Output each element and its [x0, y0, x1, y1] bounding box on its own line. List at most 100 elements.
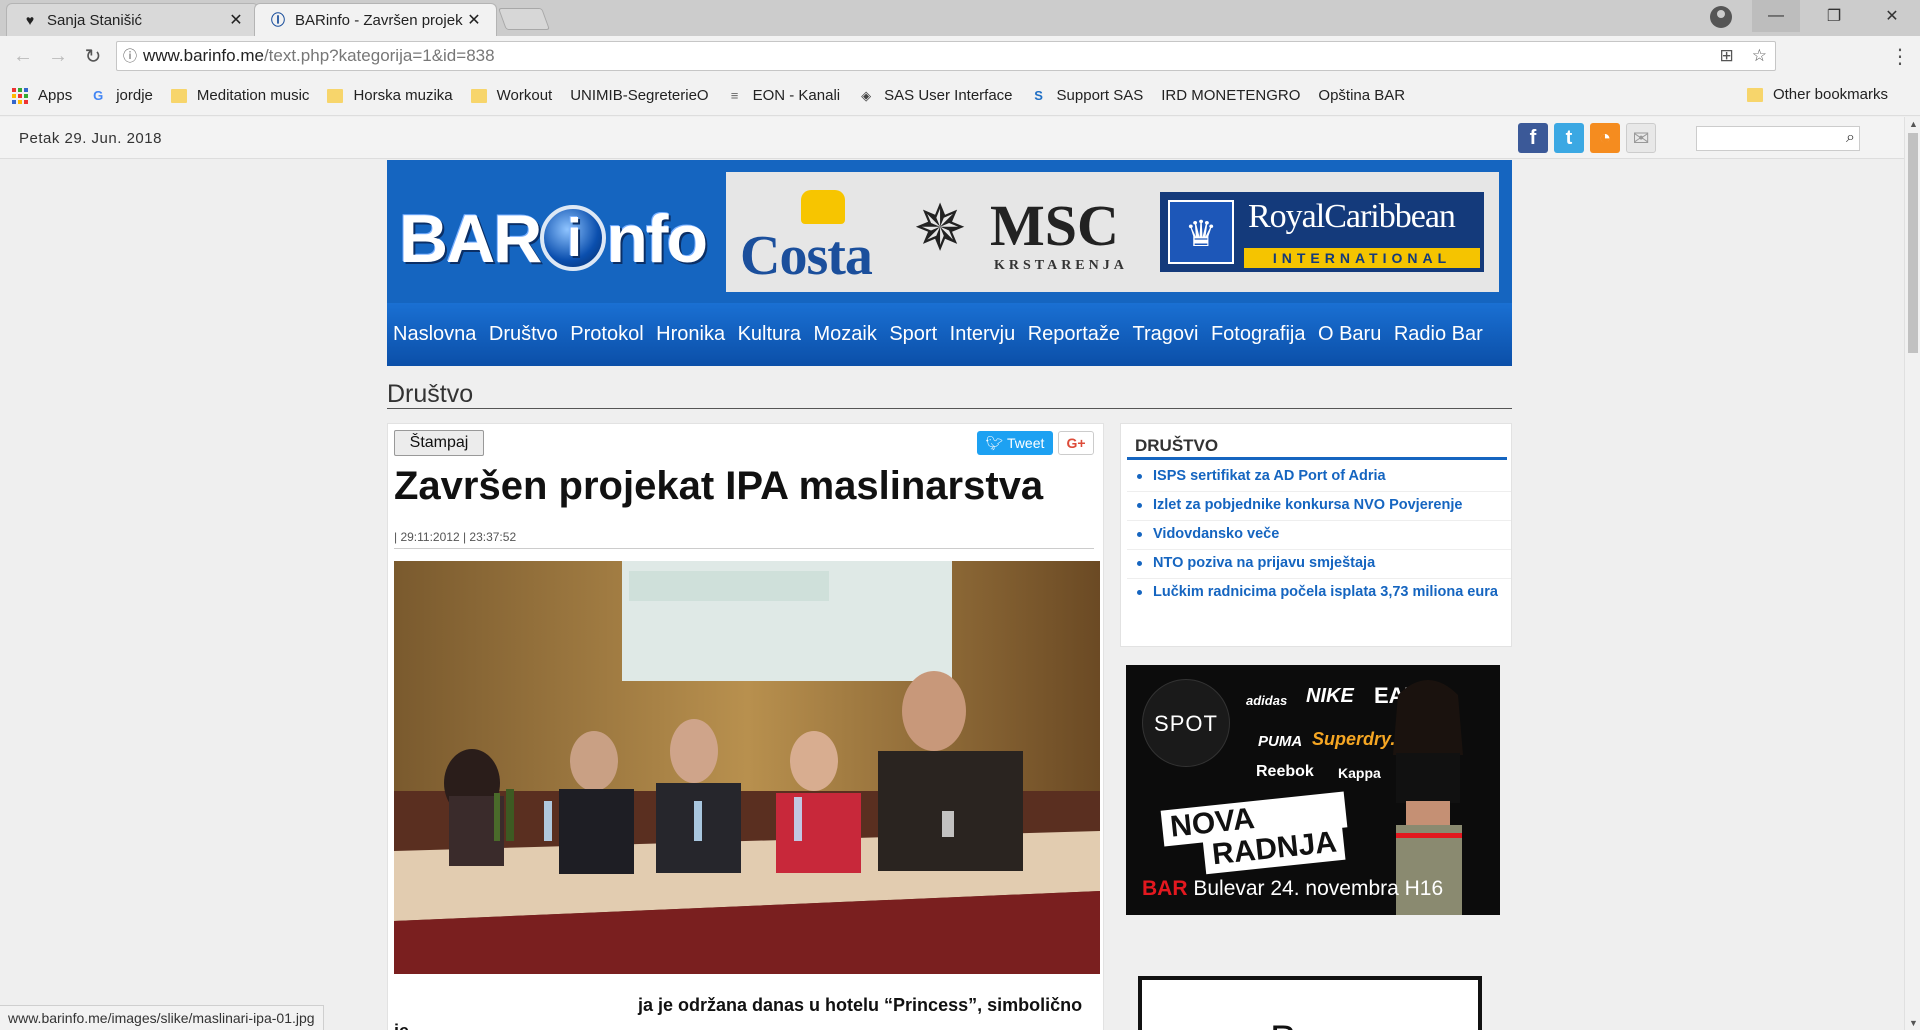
brand-puma: PUMA [1258, 733, 1303, 750]
bookmark-apps[interactable]: Apps [12, 87, 72, 104]
facebook-icon[interactable]: f [1518, 123, 1548, 153]
close-window-button[interactable]: ✕ [1868, 0, 1916, 32]
close-tab-icon[interactable]: ✕ [228, 10, 244, 30]
bookmark-horska[interactable]: Horska muzika [327, 87, 453, 104]
forward-arrow-icon[interactable]: → [45, 43, 71, 69]
spot-logo-text: SPOT [1154, 711, 1218, 736]
brand-reebok: Reebok [1256, 763, 1314, 780]
nav-tragovi[interactable]: Tragovi [1133, 323, 1199, 346]
link-text: ISPS sertifikat za AD Port of Adria [1153, 468, 1386, 484]
nav-radio-bar[interactable]: Radio Bar [1394, 323, 1483, 346]
article: Štampaj 🐦︎ Tweet G+ Završen projekat IPA… [387, 423, 1104, 1030]
profile-icon[interactable] [1710, 6, 1732, 28]
folder-icon [170, 88, 187, 103]
tab-barinfo[interactable]: Ⓘ BARinfo - Završen projek ✕ [254, 3, 497, 36]
bookmark-workout[interactable]: Workout [470, 87, 552, 104]
bar-ad-box[interactable]: Bar [1138, 976, 1482, 1030]
folder-icon [327, 88, 344, 103]
nav-intervju[interactable]: Intervju [950, 323, 1016, 346]
sidebar-news-link[interactable]: Lučkim radnicima počela isplata 3,73 mil… [1137, 582, 1507, 603]
bookmark-support-sas[interactable]: S Support SAS [1031, 87, 1144, 104]
nav-naslovna[interactable]: Naslovna [393, 323, 476, 346]
scrollbar-thumb[interactable] [1908, 133, 1918, 353]
minimize-button[interactable]: — [1752, 0, 1800, 32]
tweet-label: Tweet [1007, 435, 1045, 451]
chrome-menu-icon[interactable]: ⋮ [1890, 44, 1910, 69]
site-search-input[interactable]: ⌕ [1696, 126, 1860, 151]
article-body: ja je održana danas u hotelu “Princess”,… [394, 992, 1100, 1030]
ad-address: BAR Bulevar 24. novembra H16 [1142, 877, 1443, 901]
ad-city: BAR [1142, 877, 1188, 900]
search-icon[interactable]: ⌕ [1846, 129, 1855, 147]
close-tab-icon[interactable]: ✕ [466, 10, 482, 30]
tab-strip: ♥ Sanja Stanišić ✕ Ⓘ BARinfo - Završen p… [0, 0, 1920, 36]
nav-protokol[interactable]: Protokol [570, 323, 643, 346]
nav-fotografija[interactable]: Fotografija [1211, 323, 1306, 346]
bookmark-eon[interactable]: ≡ EON - Kanali [727, 87, 840, 104]
bookmark-label: IRD MONETENGRO [1161, 87, 1301, 104]
bookmark-label: SAS User Interface [884, 87, 1013, 104]
translate-icon[interactable]: ⊞ [1720, 46, 1734, 66]
brand-nike: NIKE [1306, 685, 1354, 707]
barinfo-favicon: Ⓘ [271, 12, 285, 28]
tab-sanja[interactable]: ♥ Sanja Stanišić ✕ [6, 3, 259, 36]
bookmark-label: Opština BAR [1318, 87, 1406, 104]
cruise-ad-banner[interactable]: Costa ✵ MSC KRSTARENJA ♛ RoyalCaribbean … [726, 172, 1499, 292]
costa-funnel-icon [801, 190, 845, 224]
page-scrollbar[interactable]: ▲ ▼ [1904, 117, 1920, 1030]
reload-icon[interactable]: ↻ [80, 43, 106, 69]
sidebar-news-link[interactable]: NTO poziva na prijavu smještaja [1127, 553, 1511, 579]
rss-icon[interactable]: ◔ [1590, 123, 1620, 153]
bookmark-meditation[interactable]: Meditation music [170, 87, 310, 104]
nav-mozaik[interactable]: Mozaik [813, 323, 876, 346]
bookmark-label: Other bookmarks [1772, 86, 1888, 103]
bookmark-sas-ui[interactable]: ◈ SAS User Interface [858, 87, 1012, 104]
sidebar-news-link[interactable]: Vidovdansko veče [1127, 524, 1511, 550]
nav-reportaze[interactable]: Reportaže [1028, 323, 1120, 346]
nav-hronika[interactable]: Hronika [656, 323, 725, 346]
bookmark-unimib[interactable]: UNIMIB-SegreterieO [0, 87, 709, 207]
spot-logo: SPOT [1142, 679, 1230, 767]
article-title: Završen projekat IPA maslinarstva [394, 464, 1044, 508]
new-tab-button[interactable] [497, 8, 551, 30]
google-icon: G [93, 87, 104, 103]
other-bookmarks[interactable]: Other bookmarks [1746, 86, 1888, 103]
folder-icon [470, 88, 487, 103]
bookmark-ird[interactable]: IRD MONETENGRO [0, 87, 1301, 207]
current-date: Petak 29. Jun. 2018 [19, 130, 162, 147]
print-button[interactable]: Štampaj [394, 430, 484, 456]
bookmark-star-icon[interactable]: ☆ [1752, 46, 1767, 66]
brand-adidas: adidas [1246, 693, 1288, 708]
nav-kultura[interactable]: Kultura [738, 323, 801, 346]
msc-logo: MSC [990, 193, 1119, 258]
maximize-button[interactable]: ❐ [1810, 0, 1858, 32]
google-plus-button[interactable]: G+ [1058, 431, 1094, 455]
barinfo-logo[interactable]: BAR i nfo [399, 200, 708, 278]
scroll-down-arrow-icon[interactable]: ▼ [1909, 1018, 1918, 1028]
link-text: Izlet za pobjednike konkursa NVO Povjere… [1153, 497, 1463, 513]
url-host: www.barinfo.me [143, 46, 264, 65]
twitter-icon[interactable]: t [1554, 123, 1584, 153]
press-conference-photo [394, 561, 1100, 974]
royal-caribbean-logo: ♛ RoyalCaribbean INTERNATIONAL [1160, 192, 1484, 272]
nav-sport[interactable]: Sport [889, 323, 937, 346]
msc-subtitle: KRSTARENJA [994, 258, 1128, 273]
bookmark-label: Support SAS [1056, 87, 1144, 104]
email-icon[interactable]: ✉ [1626, 123, 1656, 153]
bookmark-label: Meditation music [196, 87, 310, 104]
bar-ad-text: Bar [1270, 1018, 1332, 1030]
nav-o-baru[interactable]: O Baru [1318, 323, 1381, 346]
bookmarks-bar: Apps G jordje Meditation music Horska mu… [0, 76, 1920, 207]
bookmark-jordje[interactable]: G jordje [90, 87, 153, 104]
nav-drustvo[interactable]: Društvo [489, 323, 558, 346]
sidebar-news-link[interactable]: Izlet za pobjednike konkursa NVO Povjere… [1127, 495, 1511, 521]
article-photo[interactable] [394, 561, 1100, 974]
tweet-button[interactable]: 🐦︎ Tweet [977, 431, 1053, 455]
scroll-up-arrow-icon[interactable]: ▲ [1909, 119, 1918, 129]
back-arrow-icon[interactable]: ← [10, 43, 36, 69]
info-icon[interactable]: ⓘ [117, 46, 143, 66]
address-bar[interactable]: ⓘ www.barinfo.me/text.php?kategorija=1&i… [116, 41, 1776, 71]
bookmark-opstina[interactable]: Opština BAR [0, 87, 1406, 207]
sidebar-news-link[interactable]: ISPS sertifikat za AD Port of Adria [1127, 466, 1511, 492]
spot-store-ad[interactable]: SPOT adidas NIKE EA7 PUMA Superdry. Reeb… [1126, 665, 1500, 915]
